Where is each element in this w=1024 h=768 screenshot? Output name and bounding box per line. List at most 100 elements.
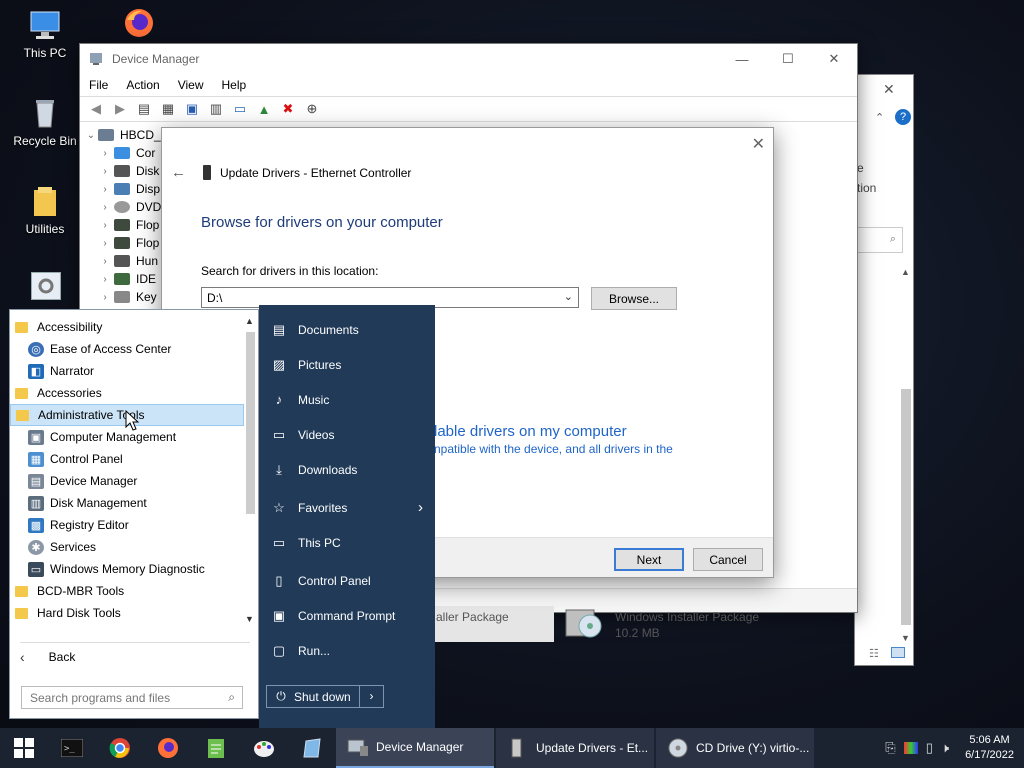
close-icon[interactable]: ✕ xyxy=(752,134,765,154)
taskbar-task-device-manager[interactable]: Device Manager xyxy=(336,728,494,768)
taskbar-explorer[interactable] xyxy=(288,728,336,768)
list-item-windows-memory-diagnostic[interactable]: ▭ Windows Memory Diagnostic xyxy=(10,558,244,580)
computer-icon xyxy=(98,129,114,141)
list-item-services[interactable]: ✱ Services xyxy=(10,536,244,558)
usb-icon[interactable]: ▯ xyxy=(926,740,933,756)
chevron-right-icon[interactable]: › xyxy=(98,220,112,231)
minimize-button[interactable]: — xyxy=(719,44,765,74)
place-documents[interactable]: ▤ Documents xyxy=(259,312,435,347)
list-item-control-panel[interactable]: ▦ Control Panel xyxy=(10,448,244,470)
close-button[interactable]: ✕ xyxy=(811,44,857,74)
list-item-disk-management[interactable]: ▥ Disk Management xyxy=(10,492,244,514)
place-command-prompt[interactable]: ▣ Command Prompt xyxy=(259,598,435,633)
volume-muted-icon[interactable]: 🕨 xyxy=(941,740,949,756)
file-item-installer-1[interactable]: aller Package xyxy=(430,606,554,642)
place-favorites[interactable]: ☆ Favorites › xyxy=(259,490,435,525)
windows-logo-icon xyxy=(14,738,34,758)
menu-file[interactable]: File xyxy=(80,78,117,92)
list-item-device-manager[interactable]: ▤ Device Manager xyxy=(10,470,244,492)
browse-button[interactable]: Browse... xyxy=(591,287,677,310)
settings-desktop-icon[interactable] xyxy=(31,272,61,300)
taskbar-task-cd-drive[interactable]: CD Drive (Y:) virtio-... xyxy=(656,728,814,768)
place-downloads[interactable]: ⤓ Downloads xyxy=(259,452,435,487)
help-icon[interactable]: ? xyxy=(895,109,911,125)
grid-icon[interactable]: ▥ xyxy=(206,100,226,118)
help-book-icon[interactable]: ▣ xyxy=(182,100,202,118)
pick-from-list-link[interactable]: lable drivers on my computer xyxy=(434,423,627,440)
chevron-up-icon[interactable]: ⌃ xyxy=(875,111,884,124)
back-arrow-icon[interactable]: ← xyxy=(171,164,186,181)
chevron-right-icon[interactable]: › xyxy=(98,256,112,267)
clock[interactable]: 5:06 AM 6/17/2022 xyxy=(965,733,1014,763)
place-videos[interactable]: ▭ Videos xyxy=(259,417,435,452)
forward-arrow-icon[interactable]: ▶ xyxy=(110,100,130,118)
desktop-icon-utilities[interactable]: Utilities xyxy=(10,184,80,236)
cancel-button[interactable]: Cancel xyxy=(693,548,763,571)
close-icon[interactable]: ✕ xyxy=(883,81,895,98)
place-music[interactable]: ♪ Music xyxy=(259,382,435,417)
chevron-right-icon[interactable]: › xyxy=(98,292,112,303)
list-item-bcd-mbr-tools[interactable]: BCD-MBR Tools xyxy=(10,580,244,602)
view-large-icons-icon[interactable] xyxy=(891,647,905,658)
disk-management-icon: ▥ xyxy=(28,495,44,511)
taskbar-chrome[interactable] xyxy=(96,728,144,768)
taskbar-notepad[interactable] xyxy=(192,728,240,768)
list-icon[interactable]: ▦ xyxy=(158,100,178,118)
update-driver-icon[interactable]: ▲ xyxy=(254,100,274,118)
chevron-right-icon[interactable]: › xyxy=(98,184,112,195)
taskbar-firefox[interactable] xyxy=(144,728,192,768)
properties-icon[interactable]: ▤ xyxy=(134,100,154,118)
program-list-scrollbar[interactable]: ▲ ▼ xyxy=(244,316,256,624)
file-item-installer-2[interactable]: Windows Installer Package 10.2 MB xyxy=(562,606,762,642)
place-control-panel[interactable]: ▯ Control Panel xyxy=(259,563,435,598)
back-arrow-icon[interactable]: ◀ xyxy=(86,100,106,118)
place-this-pc[interactable]: ▭ This PC xyxy=(259,525,435,560)
scroll-down-icon[interactable]: ▼ xyxy=(245,614,254,624)
chevron-right-icon[interactable]: › xyxy=(98,202,112,213)
scrollbar-thumb[interactable] xyxy=(246,332,255,514)
maximize-button[interactable]: ☐ xyxy=(765,44,811,74)
shutdown-button[interactable]: ⏻ Shut down › xyxy=(266,685,384,708)
chevron-right-icon[interactable]: › xyxy=(98,238,112,249)
menu-help[interactable]: Help xyxy=(213,78,256,92)
shutdown-options-button[interactable]: › xyxy=(359,686,383,707)
chevron-right-icon[interactable]: › xyxy=(98,166,112,177)
list-item-hard-disk-tools[interactable]: Hard Disk Tools xyxy=(10,602,244,624)
display-color-icon[interactable] xyxy=(903,742,918,754)
title-bar: Device Manager — ☐ ✕ xyxy=(80,44,857,74)
chevron-right-icon[interactable]: › xyxy=(98,148,112,159)
list-item-accessories[interactable]: Accessories xyxy=(10,382,244,404)
start-button[interactable] xyxy=(0,728,48,768)
scroll-up-icon[interactable]: ▲ xyxy=(901,267,910,277)
menu-action[interactable]: Action xyxy=(117,78,168,92)
list-item-registry-editor[interactable]: ▩ Registry Editor xyxy=(10,514,244,536)
view-details-icon[interactable]: ☷ xyxy=(869,647,879,660)
taskbar-paint[interactable] xyxy=(240,728,288,768)
scroll-up-icon[interactable]: ▲ xyxy=(245,316,254,326)
back-button[interactable]: ‹ Back xyxy=(20,649,75,665)
computer-icon: ▭ xyxy=(272,534,286,550)
taskbar-terminal[interactable]: >_ xyxy=(48,728,96,768)
chevron-down-icon[interactable]: ⌄ xyxy=(84,130,98,141)
vertical-scrollbar[interactable]: ▲ ▼ xyxy=(899,265,913,645)
download-circle-icon[interactable]: ⊕ xyxy=(302,100,322,118)
search-box[interactable]: ⌕ xyxy=(855,227,903,253)
network-icon[interactable]: ⎘ xyxy=(885,740,895,756)
list-item-ease-of-access-center[interactable]: ◎ Ease of Access Center xyxy=(10,338,244,360)
monitor-icon[interactable]: ▭ xyxy=(230,100,250,118)
chevron-down-icon[interactable]: ⌄ xyxy=(564,290,573,303)
menu-view[interactable]: View xyxy=(169,78,213,92)
taskbar-task-update-drivers[interactable]: Update Drivers - Et... xyxy=(496,728,654,768)
scroll-down-icon[interactable]: ▼ xyxy=(901,633,910,643)
list-item-accessibility[interactable]: Accessibility xyxy=(10,316,244,338)
place-pictures[interactable]: ▨ Pictures xyxy=(259,347,435,382)
list-item-narrator[interactable]: ◧ Narrator xyxy=(10,360,244,382)
place-run[interactable]: ▢ Run... xyxy=(259,633,435,668)
desktop-icon-this-pc[interactable]: This PC xyxy=(10,8,80,60)
search-input[interactable]: Search programs and files ⌕ xyxy=(21,686,243,709)
firefox-desktop-icon[interactable] xyxy=(122,6,156,40)
desktop-icon-recycle-bin[interactable]: Recycle Bin xyxy=(10,96,80,148)
chevron-right-icon[interactable]: › xyxy=(98,274,112,285)
uninstall-icon[interactable]: ✖ xyxy=(278,100,298,118)
next-button[interactable]: Next xyxy=(614,548,684,571)
